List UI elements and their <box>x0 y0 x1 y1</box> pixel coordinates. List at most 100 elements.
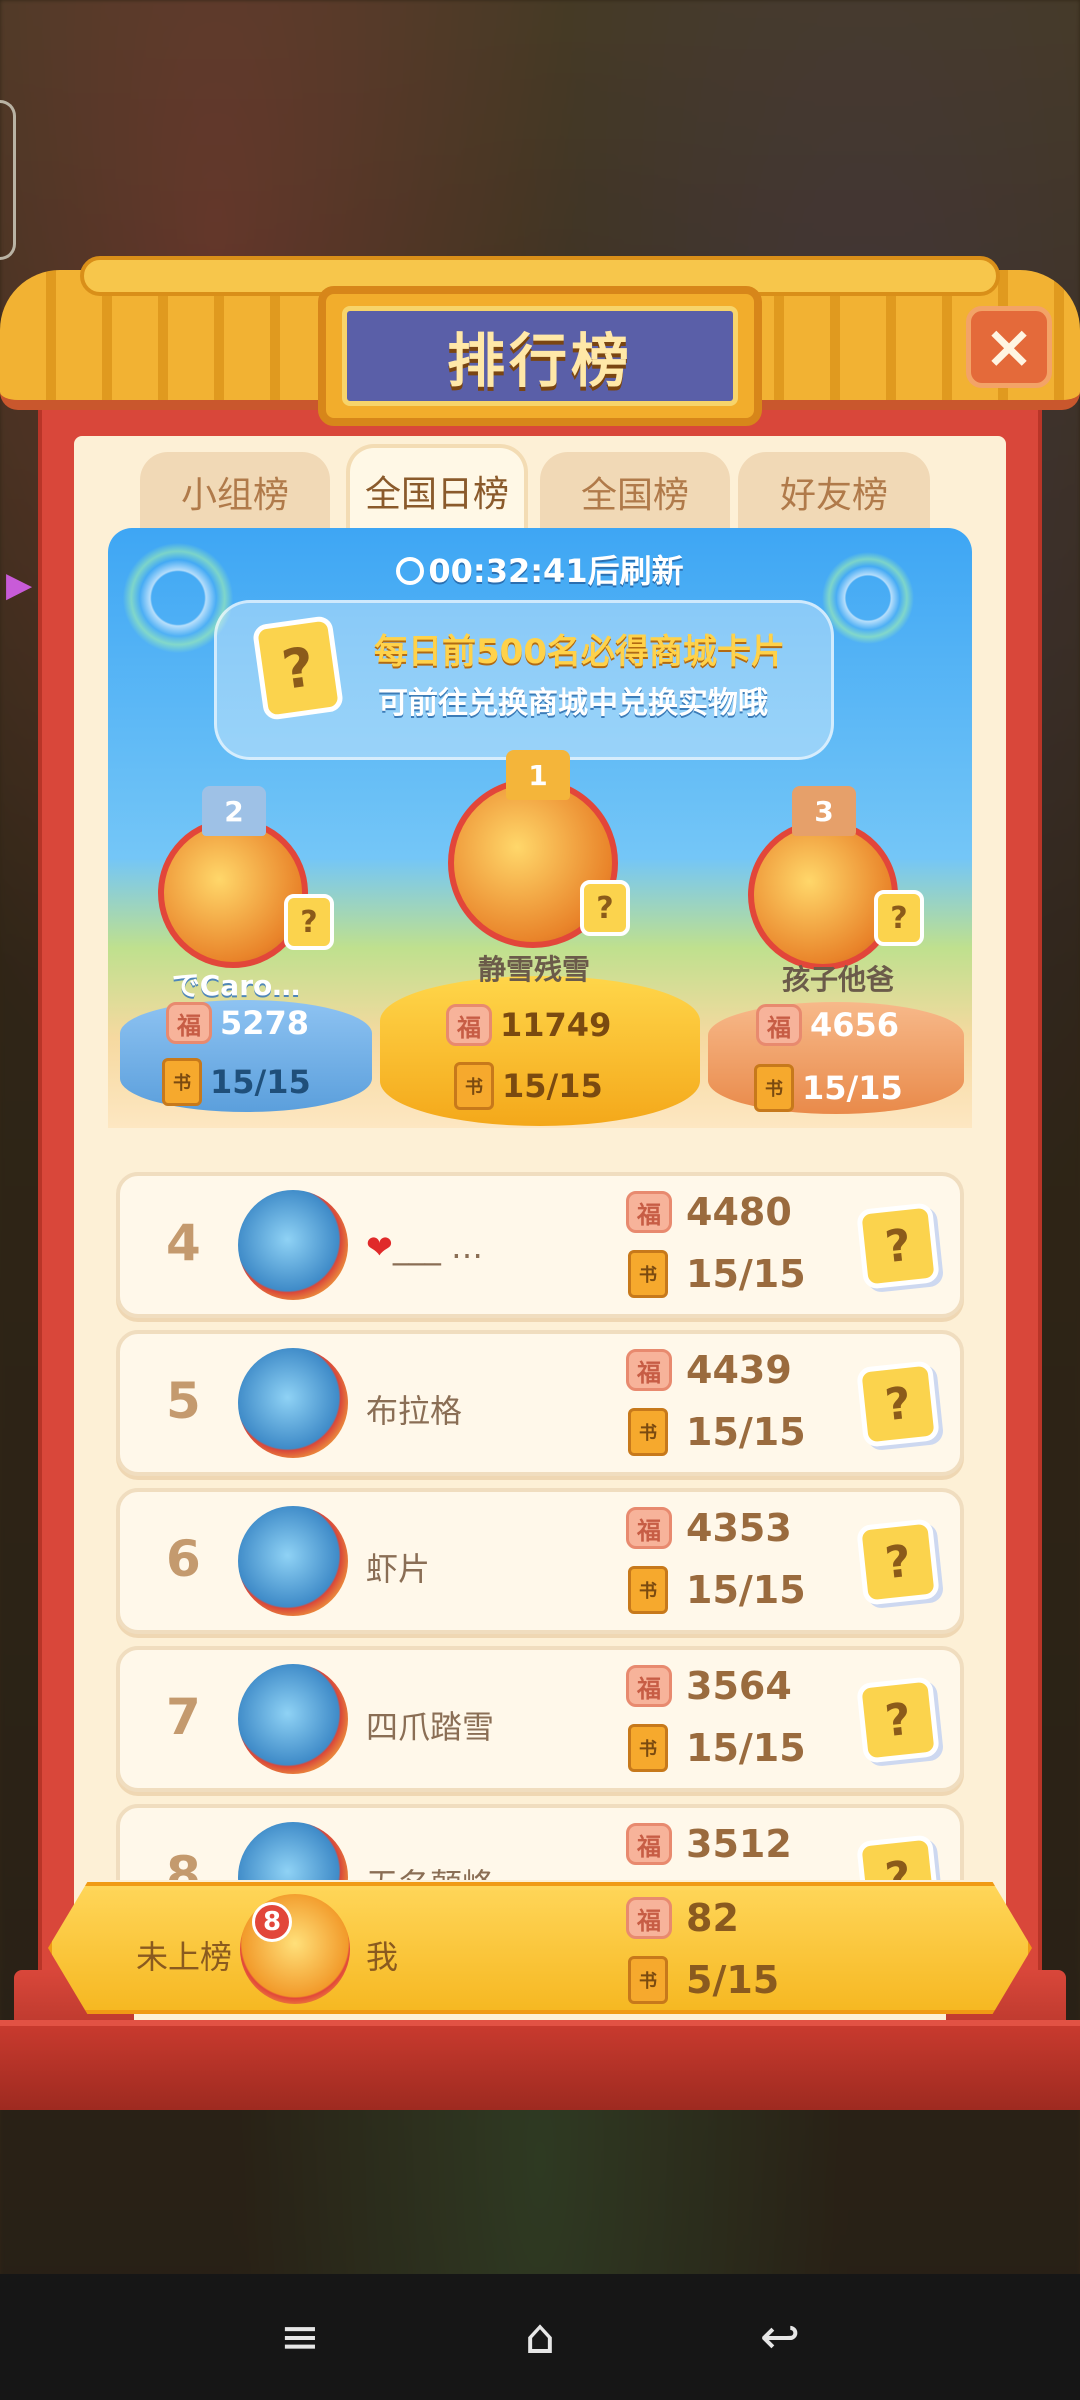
podium-score-first: 福 11749 <box>446 1004 611 1046</box>
title-plaque: 排行榜 <box>318 286 762 426</box>
banner-line-2: 可前往兑换商城中兑换实物哦 <box>378 686 768 721</box>
my-rank-label: 未上榜 <box>136 1938 233 1976</box>
fu-icon: 福 <box>626 1349 672 1391</box>
question-card-icon[interactable]: ? <box>856 1360 940 1448</box>
fu-icon: 福 <box>626 1665 672 1707</box>
player-name: ❤___ … <box>366 1228 483 1266</box>
player-score: 福 3564 <box>626 1664 792 1708</box>
close-icon: × <box>983 312 1035 382</box>
list-item[interactable]: 5 布拉格 福 4439 书 15/15 ? <box>116 1330 964 1476</box>
player-progress: 书 15/15 <box>628 1724 806 1772</box>
player-name: 布拉格 <box>366 1392 463 1430</box>
edge-handle[interactable] <box>0 100 16 260</box>
leaderboard-tabs: 小组榜 全国日榜 全国榜 好友榜 <box>140 444 940 534</box>
panel-base-beam <box>0 2020 1080 2110</box>
my-rank-row[interactable]: 未上榜 8 我 福 82 书 5/15 <box>48 1882 1032 2014</box>
question-card-icon[interactable]: ? <box>856 1202 940 1290</box>
podium-name-second: でCaro… <box>171 969 301 1002</box>
tab-label: 好友榜 <box>779 475 888 516</box>
page-title: 排行榜 <box>446 327 633 395</box>
avatar[interactable] <box>238 1664 348 1774</box>
refresh-text: 00:32:41后刷新 <box>428 552 684 590</box>
player-progress: 书 15/15 <box>628 1250 806 1298</box>
ranking-list[interactable]: 4 ❤___ … 福 4480 书 15/15 ? 5 布拉格 福 4439 书 15/… <box>108 1160 972 1880</box>
book-icon: 书 <box>628 1956 668 2004</box>
tab-label: 全国日榜 <box>364 474 509 515</box>
system-nav-bar: ≡ ⌂ ↩ <box>0 2274 1080 2400</box>
player-name: 虾片 <box>366 1550 431 1588</box>
avatar[interactable] <box>238 1190 348 1300</box>
book-icon: 书 <box>628 1408 668 1456</box>
rank-crown-second: 2 <box>202 786 266 836</box>
book-icon: 书 <box>628 1724 668 1772</box>
banner-line-1: 每日前500名必得商城卡片 <box>374 632 785 672</box>
rank-number: 6 <box>166 1530 201 1588</box>
fu-icon: 福 <box>626 1823 672 1865</box>
podium-stage: 00:32:41后刷新 ? 每日前500名必得商城卡片 可前往兑换商城中兑换实物… <box>108 528 972 1128</box>
book-icon: 书 <box>628 1250 668 1298</box>
tab-national[interactable]: 全国榜 <box>540 452 730 532</box>
podium-score-second: 福 5278 <box>166 1002 309 1044</box>
player-score: 福 3512 <box>626 1822 792 1866</box>
podium-progress-first: 书 15/15 <box>454 1062 603 1110</box>
question-card-icon[interactable]: ? <box>856 1676 940 1764</box>
tab-group[interactable]: 小组榜 <box>140 452 330 532</box>
my-score: 福 82 <box>626 1896 739 1940</box>
my-progress: 书 5/15 <box>628 1956 779 2004</box>
player-name: 无名颠峰 <box>366 1860 494 1880</box>
podium-name-first: 静雪残雪 <box>477 953 590 986</box>
podium-score-third: 福 4656 <box>756 1004 899 1046</box>
rank-number: 4 <box>166 1214 201 1272</box>
fu-icon: 福 <box>756 1004 802 1046</box>
avatar[interactable] <box>238 1822 348 1880</box>
heart-icon: ❤ <box>366 1228 393 1266</box>
player-name: 四爪踏雪 <box>366 1708 495 1746</box>
avatar[interactable] <box>238 1506 348 1616</box>
question-card-icon: ? <box>284 894 334 950</box>
question-card-icon[interactable]: ? <box>856 1834 940 1880</box>
tab-friends[interactable]: 好友榜 <box>738 452 930 532</box>
title-plaque-inner: 排行榜 <box>342 306 738 406</box>
tab-national-daily[interactable]: 全国日榜 <box>346 444 528 534</box>
rank-crown-first: 1 <box>506 750 570 800</box>
refresh-countdown: 00:32:41后刷新 <box>108 546 972 592</box>
question-card-icon[interactable]: ? <box>856 1518 940 1606</box>
home-icon[interactable]: ⌂ <box>510 2307 570 2367</box>
player-progress: 书 15/15 <box>628 1566 806 1614</box>
rank-number: 8 <box>166 1846 201 1880</box>
player-score: 福 4480 <box>626 1190 792 1234</box>
player-progress: 书 15/15 <box>628 1408 806 1456</box>
list-item[interactable]: 6 虾片 福 4353 书 15/15 ? <box>116 1488 964 1634</box>
question-card-icon: ? <box>251 614 345 722</box>
menu-icon[interactable]: ≡ <box>270 2307 330 2367</box>
player-score: 福 4439 <box>626 1348 792 1392</box>
back-icon[interactable]: ↩ <box>750 2307 810 2367</box>
tab-label: 小组榜 <box>180 475 289 516</box>
fu-icon: 福 <box>446 1004 492 1046</box>
rank-crown-third: 3 <box>792 786 856 836</box>
question-card-icon: ? <box>580 880 630 936</box>
podium-progress-third: 书 15/15 <box>754 1064 903 1112</box>
podium-progress-second: 书 15/15 <box>162 1058 311 1106</box>
fu-icon: 福 <box>166 1002 212 1044</box>
book-icon: 书 <box>628 1566 668 1614</box>
podium-name-third: 孩子他爸 <box>781 963 894 996</box>
book-icon: 书 <box>754 1064 794 1112</box>
my-name: 我 <box>366 1938 399 1976</box>
tab-label: 全国榜 <box>580 475 689 516</box>
avatar[interactable] <box>238 1348 348 1458</box>
book-icon: 书 <box>162 1058 202 1106</box>
player-score: 福 4353 <box>626 1506 792 1550</box>
fu-icon: 福 <box>626 1507 672 1549</box>
close-button[interactable]: × <box>966 306 1052 388</box>
book-icon: 书 <box>454 1062 494 1110</box>
list-item[interactable]: 8 无名颠峰 福3512 ? <box>116 1804 964 1880</box>
question-card-icon: ? <box>874 890 924 946</box>
rank-number: 7 <box>166 1688 201 1746</box>
fu-icon: 福 <box>626 1897 672 1939</box>
fu-icon: 福 <box>626 1191 672 1233</box>
list-item[interactable]: 7 四爪踏雪 福 3564 书 15/15 ? <box>116 1646 964 1792</box>
side-arrow-icon[interactable]: ▶ <box>6 568 40 602</box>
level-badge: 8 <box>252 1902 292 1942</box>
list-item[interactable]: 4 ❤___ … 福 4480 书 15/15 ? <box>116 1172 964 1318</box>
